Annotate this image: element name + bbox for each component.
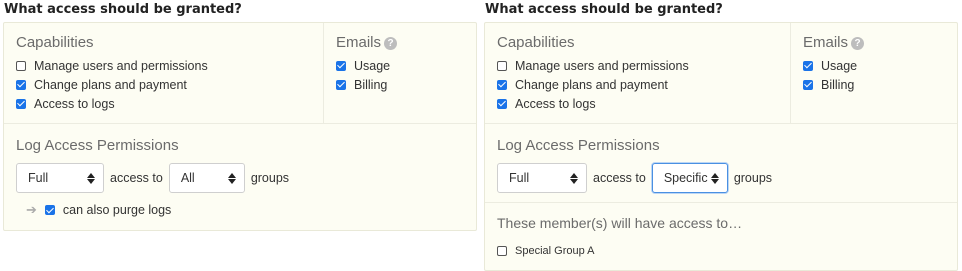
access-box: Capabilities Manage users and permission… [3, 22, 477, 231]
checkbox-label: Special Group A [515, 244, 595, 257]
access-to-text: access to [110, 171, 163, 185]
log-access-controls: Full access to All groups [16, 162, 476, 194]
log-access-section: Log Access Permissions Full access to Al… [4, 124, 476, 230]
capability-access-logs[interactable]: Access to logs [16, 94, 323, 113]
checkbox-checked[interactable] [497, 98, 507, 109]
email-billing[interactable]: Billing [803, 75, 957, 94]
groups-text: groups [250, 171, 290, 185]
access-panel-left: What access should be granted? Capabilit… [3, 0, 477, 231]
checkbox-checked[interactable] [44, 205, 55, 215]
arrow-right-icon: ➔ [26, 202, 37, 217]
up-down-caret-icon [710, 172, 719, 184]
emails-section: Emails? Usage Billing [791, 23, 957, 123]
select-value: Specific [663, 171, 708, 185]
members-title: These member(s) will have access to… [497, 215, 743, 231]
log-access-title: Log Access Permissions [497, 137, 660, 154]
checkbox-label: Change plans and payment [34, 77, 187, 92]
capabilities-section: Capabilities Manage users and permission… [4, 23, 324, 123]
capability-manage-users[interactable]: Manage users and permissions [497, 56, 790, 75]
capabilities-section: Capabilities Manage users and permission… [485, 23, 791, 123]
checkbox-unchecked[interactable] [497, 245, 507, 256]
checkbox-checked[interactable] [16, 79, 26, 90]
checkbox-label: Access to logs [34, 96, 115, 111]
checkbox-label: Access to logs [515, 96, 596, 111]
question-circle-icon[interactable]: ? [384, 37, 398, 50]
access-heading: What access should be granted? [4, 2, 242, 17]
email-billing[interactable]: Billing [336, 75, 476, 94]
email-usage[interactable]: Usage [336, 56, 476, 75]
emails-section: Emails? Usage Billing [324, 23, 476, 123]
capability-change-plans[interactable]: Change plans and payment [497, 75, 790, 94]
capabilities-emails-row: Capabilities Manage users and permission… [485, 23, 957, 124]
emails-title: Emails [803, 34, 849, 51]
checkbox-label: Billing [821, 77, 855, 92]
log-access-section: Log Access Permissions Full access to Sp… [485, 124, 957, 202]
checkbox-checked[interactable] [336, 60, 346, 71]
log-access-title: Log Access Permissions [16, 137, 179, 154]
access-heading: What access should be granted? [485, 2, 723, 17]
checkbox-label: Manage users and permissions [515, 58, 689, 73]
checkbox-label: Usage [821, 58, 858, 73]
emails-title-row: Emails? [803, 33, 957, 53]
log-access-controls: Full access to Specific groups [497, 162, 957, 194]
groups-scope-select[interactable]: Specific [651, 163, 728, 193]
capabilities-title: Capabilities [497, 34, 575, 51]
group-option-special-group-a[interactable]: Special Group A [497, 241, 957, 260]
email-usage[interactable]: Usage [803, 56, 957, 75]
select-value: All [180, 171, 195, 185]
groups-scope-select[interactable]: All [168, 163, 245, 193]
checkbox-label: Usage [354, 58, 391, 73]
checkbox-checked[interactable] [803, 79, 813, 90]
checkbox-checked[interactable] [16, 98, 26, 109]
select-value: Full [509, 171, 530, 185]
access-level-select[interactable]: Full [16, 163, 104, 193]
capability-change-plans[interactable]: Change plans and payment [16, 75, 323, 94]
members-access-section: These member(s) will have access to… Spe… [485, 202, 957, 270]
select-value: Full [28, 171, 49, 185]
up-down-caret-icon [87, 172, 95, 184]
emails-title: Emails [336, 34, 382, 51]
access-to-text: access to [593, 171, 646, 185]
purge-logs-option[interactable]: ➔ can also purge logs [16, 200, 476, 220]
capability-manage-users[interactable]: Manage users and permissions [16, 56, 323, 75]
access-level-select[interactable]: Full [497, 163, 587, 193]
access-box: Capabilities Manage users and permission… [484, 22, 958, 271]
groups-text: groups [733, 171, 773, 185]
access-panel-right: What access should be granted? Capabilit… [484, 0, 958, 271]
capabilities-title: Capabilities [16, 34, 94, 51]
checkbox-label: Billing [354, 77, 388, 92]
question-circle-icon[interactable]: ? [851, 37, 865, 50]
checkbox-checked[interactable] [497, 79, 507, 90]
capability-access-logs[interactable]: Access to logs [497, 94, 790, 113]
up-down-caret-icon [570, 172, 578, 184]
checkbox-checked[interactable] [803, 60, 813, 71]
capabilities-emails-row: Capabilities Manage users and permission… [4, 23, 476, 124]
checkbox-checked[interactable] [336, 79, 346, 90]
checkbox-unchecked[interactable] [497, 60, 507, 71]
purge-logs-label: can also purge logs [62, 203, 172, 217]
up-down-caret-icon [227, 172, 236, 184]
checkbox-label: Change plans and payment [515, 77, 668, 92]
checkbox-unchecked[interactable] [16, 60, 26, 71]
checkbox-label: Manage users and permissions [34, 58, 208, 73]
emails-title-row: Emails? [336, 33, 476, 53]
